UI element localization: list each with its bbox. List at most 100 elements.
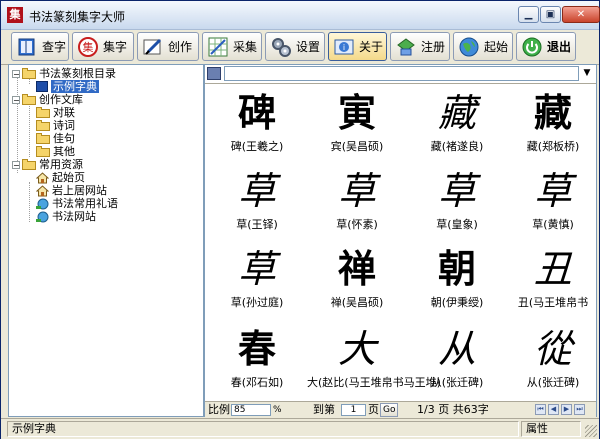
- folder-icon: [36, 146, 50, 157]
- glyph-image: 春: [237, 326, 276, 371]
- tree-item-duilian[interactable]: 对联: [36, 106, 75, 119]
- glyph-grid: 碑碑(王羲之) 寅宾(吴昌硕) 藏藏(褚遂良) 藏藏(郑板桥) 草草(王铎) 草草(怀素)…: [207, 87, 595, 400]
- toolbar-button-label: 集字: [103, 40, 128, 54]
- glyph-cell[interactable]: 禅禅(吴昌硕): [307, 243, 407, 313]
- home-icon: [35, 184, 50, 197]
- tree-item-qita[interactable]: 其他: [36, 145, 75, 158]
- exit-icon: [520, 35, 544, 59]
- resize-grip[interactable]: [585, 425, 597, 437]
- status-left: 示例字典: [7, 421, 519, 437]
- last-page-icon[interactable]: ⏭: [574, 404, 585, 415]
- toolbar-button-label: 关于: [359, 40, 384, 54]
- folder-icon: [36, 133, 50, 144]
- folder-icon: [22, 94, 36, 105]
- chevron-down-icon[interactable]: ▼: [580, 66, 594, 81]
- globe-icon: [457, 35, 481, 59]
- maximize-button[interactable]: ▣: [540, 6, 561, 23]
- folder-icon: [36, 107, 50, 118]
- tree-item-dict[interactable]: 示例字典: [36, 80, 99, 93]
- tree-item-website[interactable]: 岩上居网站: [35, 184, 107, 197]
- glyph-cell[interactable]: 朝朝(伊秉绶): [407, 243, 507, 313]
- window-title: 书法篆刻集字大师: [29, 10, 126, 24]
- gears-icon: [269, 35, 293, 59]
- toolbar-tuichu-button[interactable]: 退出: [516, 32, 576, 61]
- zoom-input[interactable]: 85: [231, 404, 271, 416]
- glyph-image: 藏: [533, 90, 572, 135]
- tree-label: 诗词: [53, 119, 75, 132]
- glyph-cell[interactable]: 草草(王铎): [207, 165, 307, 235]
- glyph-cell[interactable]: 草草(孙过庭): [207, 243, 307, 313]
- glyph-image: 碑: [237, 90, 276, 135]
- collapse-icon[interactable]: −: [12, 160, 20, 169]
- prev-page-icon[interactable]: ◀: [548, 404, 559, 415]
- tree-guide-line: [29, 104, 30, 157]
- web-link-icon: [36, 211, 49, 223]
- tree-item-jiaju[interactable]: 佳句: [36, 132, 75, 145]
- toolbar-button-label: 起始: [484, 40, 509, 54]
- book-icon: [36, 81, 48, 92]
- tree-item-etiquette[interactable]: 书法常用礼语: [36, 197, 118, 210]
- glyph-cell[interactable]: 从从(张迁碑): [407, 323, 507, 393]
- glyph-cell[interactable]: 草草(皇象): [407, 165, 507, 235]
- glyph-cell[interactable]: 大大(赵比(马王堆帛书马王堆): [307, 323, 441, 393]
- glyph-cell[interactable]: 從从(张迁碑): [503, 323, 600, 393]
- glyph-cell[interactable]: 寅宾(吴昌硕): [307, 87, 407, 157]
- tree-label: 创作文库: [39, 93, 83, 106]
- tree-guide-line: [29, 182, 30, 222]
- glyph-cell[interactable]: 藏藏(郑板桥): [503, 87, 600, 157]
- collapse-icon[interactable]: −: [12, 95, 20, 104]
- collapse-icon[interactable]: −: [12, 69, 20, 78]
- tree-item-calligraphy-site[interactable]: 书法网站: [36, 210, 96, 223]
- tree-root-resources[interactable]: − 常用资源: [12, 158, 83, 171]
- glyph-image: 草: [533, 169, 572, 213]
- toolbar-chazi-button[interactable]: 查字: [11, 32, 69, 61]
- toolbar-caiji-button[interactable]: 采集: [202, 32, 262, 61]
- main-window: 集 书法篆刻集字大师 ▁ ▣ ✕ 查字集集字 创作 采集 设置 i 关于 注册 起始 退出 − …: [0, 0, 600, 439]
- glyph-cell[interactable]: 草草(黄慎): [503, 165, 600, 235]
- first-page-icon[interactable]: ⏮: [535, 404, 546, 415]
- go-button[interactable]: Go: [380, 403, 399, 417]
- next-page-icon[interactable]: ▶: [561, 404, 572, 415]
- page-input[interactable]: 1: [341, 404, 366, 416]
- tree-label: 岩上居网站: [52, 184, 107, 197]
- glyph-image: 藏: [437, 91, 476, 135]
- glyph-caption: 草(王铎): [236, 218, 278, 231]
- folder-icon: [36, 120, 50, 131]
- grid-icon: [206, 35, 230, 59]
- tree-item-shici[interactable]: 诗词: [36, 119, 75, 132]
- tree-item-home[interactable]: 起始页: [35, 171, 85, 184]
- register-icon: [394, 35, 418, 59]
- glyph-cell[interactable]: 藏藏(褚遂良): [407, 87, 507, 157]
- glyph-cell[interactable]: 春春(邓石如): [207, 323, 307, 393]
- book-icon: [15, 35, 39, 59]
- title-bar[interactable]: 集 书法篆刻集字大师 ▁ ▣ ✕: [1, 1, 600, 30]
- resource-tree[interactable]: − 书法篆刻根目录 示例字典 − 创作文库 对联 诗词 佳句 其他 − 常用资源…: [8, 64, 204, 417]
- glyph-cell[interactable]: 草草(怀素): [307, 165, 407, 235]
- toolbar-chuangzuo-button[interactable]: 创作: [137, 32, 199, 61]
- glyph-caption: 藏(郑板桥): [526, 140, 580, 153]
- glyph-cell[interactable]: 丑丑(马王堆帛书: [503, 243, 600, 313]
- goto-label: 到第: [313, 403, 335, 416]
- glyph-caption: 丑(马王堆帛书: [517, 296, 589, 309]
- glyph-cell[interactable]: 碑碑(王羲之): [207, 87, 307, 157]
- home-icon: [35, 171, 50, 184]
- toolbar-guanyu-button[interactable]: i 关于: [328, 32, 387, 61]
- search-input[interactable]: [224, 66, 579, 81]
- brush-icon: [141, 35, 165, 59]
- toolbar-qishi-button[interactable]: 起始: [453, 32, 513, 61]
- tree-label: 常用资源: [39, 158, 83, 171]
- toolbar-jizi-button[interactable]: 集集字: [72, 32, 134, 61]
- search-combo[interactable]: ▼: [205, 65, 596, 84]
- page-status: 1/3 页 共63字: [417, 403, 489, 416]
- minimize-button[interactable]: ▁: [518, 6, 539, 23]
- tree-root-directory[interactable]: − 书法篆刻根目录: [12, 67, 116, 80]
- toolbar-shezhi-button[interactable]: 设置: [265, 32, 325, 61]
- glyph-caption: 从(张迁碑): [430, 376, 484, 389]
- tree-label: 示例字典: [51, 80, 99, 93]
- zoom-label: 比例: [208, 403, 230, 416]
- close-button[interactable]: ✕: [562, 6, 600, 23]
- tree-root-library[interactable]: − 创作文库: [12, 93, 83, 106]
- toolbar-zhuce-button[interactable]: 注册: [390, 32, 450, 61]
- glyph-caption: 春(邓石如): [230, 376, 284, 389]
- glyph-caption: 朝(伊秉绶): [430, 296, 484, 309]
